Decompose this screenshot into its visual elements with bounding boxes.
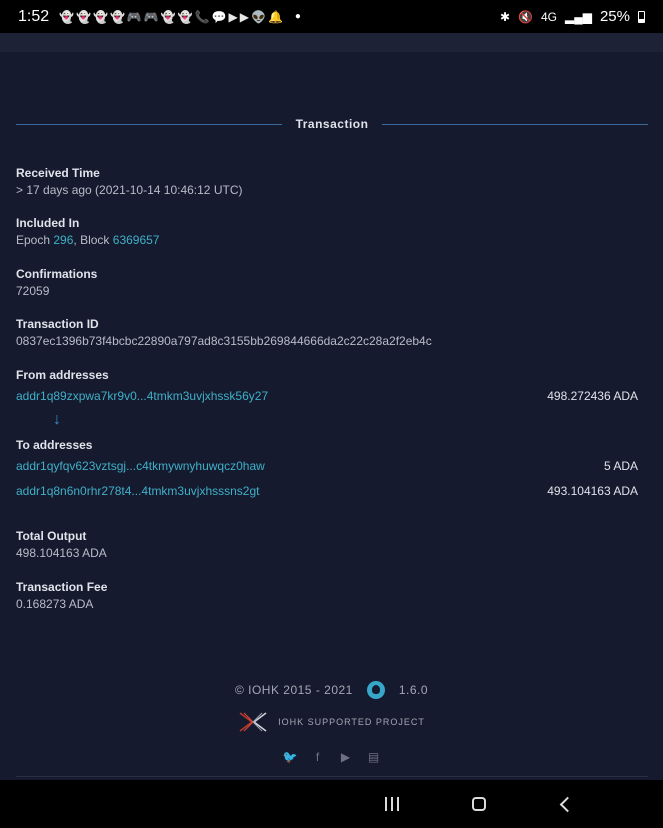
confirmations-value: 72059 <box>16 284 50 298</box>
status-bar: 1:52 👻👻👻👻🎮🎮👻👻📞💬▶▶👽🔔 ● ✱ 🔇 4G ▂▄▆ 25% <box>0 0 663 33</box>
to-address-row: addr1qyfqv623vztsgj...c4tkmywnyhuwqcz0ha… <box>16 459 638 473</box>
mute-icon: 🔇 <box>518 9 533 24</box>
back-button[interactable] <box>537 780 597 828</box>
to-addresses-field: To addresses <box>16 438 92 455</box>
github-icon[interactable] <box>366 681 385 699</box>
footer-iohk-row: IOHK SUPPORTED PROJECT <box>0 711 663 733</box>
divider-left <box>16 123 282 125</box>
status-time: 1:52 <box>18 7 50 25</box>
confirmations-field: Confirmations 72059 <box>16 267 97 298</box>
to-addresses-label: To addresses <box>16 438 93 452</box>
battery-icon <box>638 10 645 23</box>
iohk-supported-text: IOHK SUPPORTED PROJECT <box>278 717 425 727</box>
section-title: Transaction <box>16 115 649 133</box>
total-output-value: 498.104163 ADA <box>16 546 107 560</box>
twitter-icon[interactable]: 🐦 <box>283 750 298 764</box>
confirmations-label: Confirmations <box>16 267 98 281</box>
to-address-row: addr1q8n6n0rhr278t4...4tmkm3uvjxhsssns2g… <box>16 484 638 498</box>
transaction-fee-label: Transaction Fee <box>16 580 108 594</box>
included-in-value: Epoch 296, Block 6369657 <box>16 233 159 247</box>
android-nav-bar <box>0 780 663 828</box>
facebook-icon[interactable]: f <box>311 750 325 764</box>
from-address-link[interactable]: addr1q89zxpwa7kr9v0...4tmkm3uvjxhssk56y2… <box>16 389 268 403</box>
to-address-amount: 5 ADA <box>603 459 638 473</box>
received-time-value: > 17 days ago (2021-10-14 10:46:12 UTC) <box>16 183 243 197</box>
social-links: 🐦 f ▶ ▤ <box>0 750 663 764</box>
epoch-prefix: Epoch <box>16 233 51 247</box>
divider-right <box>382 123 649 125</box>
arrow-down-icon: ↓ <box>53 411 61 428</box>
block-prefix: , Block <box>73 233 110 247</box>
more-notifications-icon: ● <box>294 11 301 22</box>
from-addresses-field: From addresses <box>16 368 109 385</box>
transaction-id-field: Transaction ID 0837ec1396b73f4bcbc22890a… <box>16 317 432 348</box>
newspaper-icon[interactable]: ▤ <box>367 750 381 764</box>
iohk-logo-icon[interactable] <box>238 711 268 733</box>
footer-copyright-row: © IOHK 2015 - 2021 1.6.0 <box>0 681 663 699</box>
block-link[interactable]: 6369657 <box>113 233 160 247</box>
transaction-title: Transaction <box>295 117 369 131</box>
youtube-icon[interactable]: ▶ <box>339 750 353 764</box>
home-icon <box>472 797 486 811</box>
battery-percent: 25% <box>599 8 630 25</box>
back-icon <box>559 796 575 812</box>
included-in-field: Included In Epoch 296, Block 6369657 <box>16 216 159 247</box>
transaction-id-label: Transaction ID <box>16 317 99 331</box>
to-address-amount: 493.104163 ADA <box>547 484 638 498</box>
recents-button[interactable] <box>362 780 422 828</box>
total-output-label: Total Output <box>16 529 87 543</box>
home-button[interactable] <box>449 780 509 828</box>
transaction-id-value: 0837ec1396b73f4bcbc22890a797ad8c3155bb26… <box>16 334 432 348</box>
copyright-text: © IOHK 2015 - 2021 <box>234 683 353 697</box>
to-address-link[interactable]: addr1q8n6n0rhr278t4...4tmkm3uvjxhsssns2g… <box>16 484 259 498</box>
epoch-link[interactable]: 296 <box>53 233 73 247</box>
signal-icon: ▂▄▆ <box>565 9 592 24</box>
version-text: 1.6.0 <box>398 683 429 697</box>
received-time-label: Received Time <box>16 166 100 180</box>
from-address-amount: 498.272436 ADA <box>547 389 638 403</box>
total-output-field: Total Output 498.104163 ADA <box>16 529 107 560</box>
to-address-link[interactable]: addr1qyfqv623vztsgj...c4tkmywnyhuwqcz0ha… <box>16 459 265 473</box>
network-label: 4G <box>540 9 557 24</box>
from-address-row: addr1q89zxpwa7kr9v0...4tmkm3uvjxhssk56y2… <box>16 389 638 403</box>
transaction-fee-value: 0.168273 ADA <box>16 597 94 611</box>
transaction-fee-field: Transaction Fee 0.168273 ADA <box>16 580 107 611</box>
bluetooth-icon: ✱ <box>499 9 511 24</box>
notification-icons: 👻👻👻👻🎮🎮👻👻📞💬▶▶👽🔔 <box>59 9 285 24</box>
header-band <box>0 33 663 52</box>
received-time-field: Received Time > 17 days ago (2021-10-14 … <box>16 166 242 197</box>
recents-icon <box>385 797 399 811</box>
included-in-label: Included In <box>16 216 80 230</box>
footer-divider <box>16 776 648 777</box>
from-addresses-label: From addresses <box>16 368 109 382</box>
